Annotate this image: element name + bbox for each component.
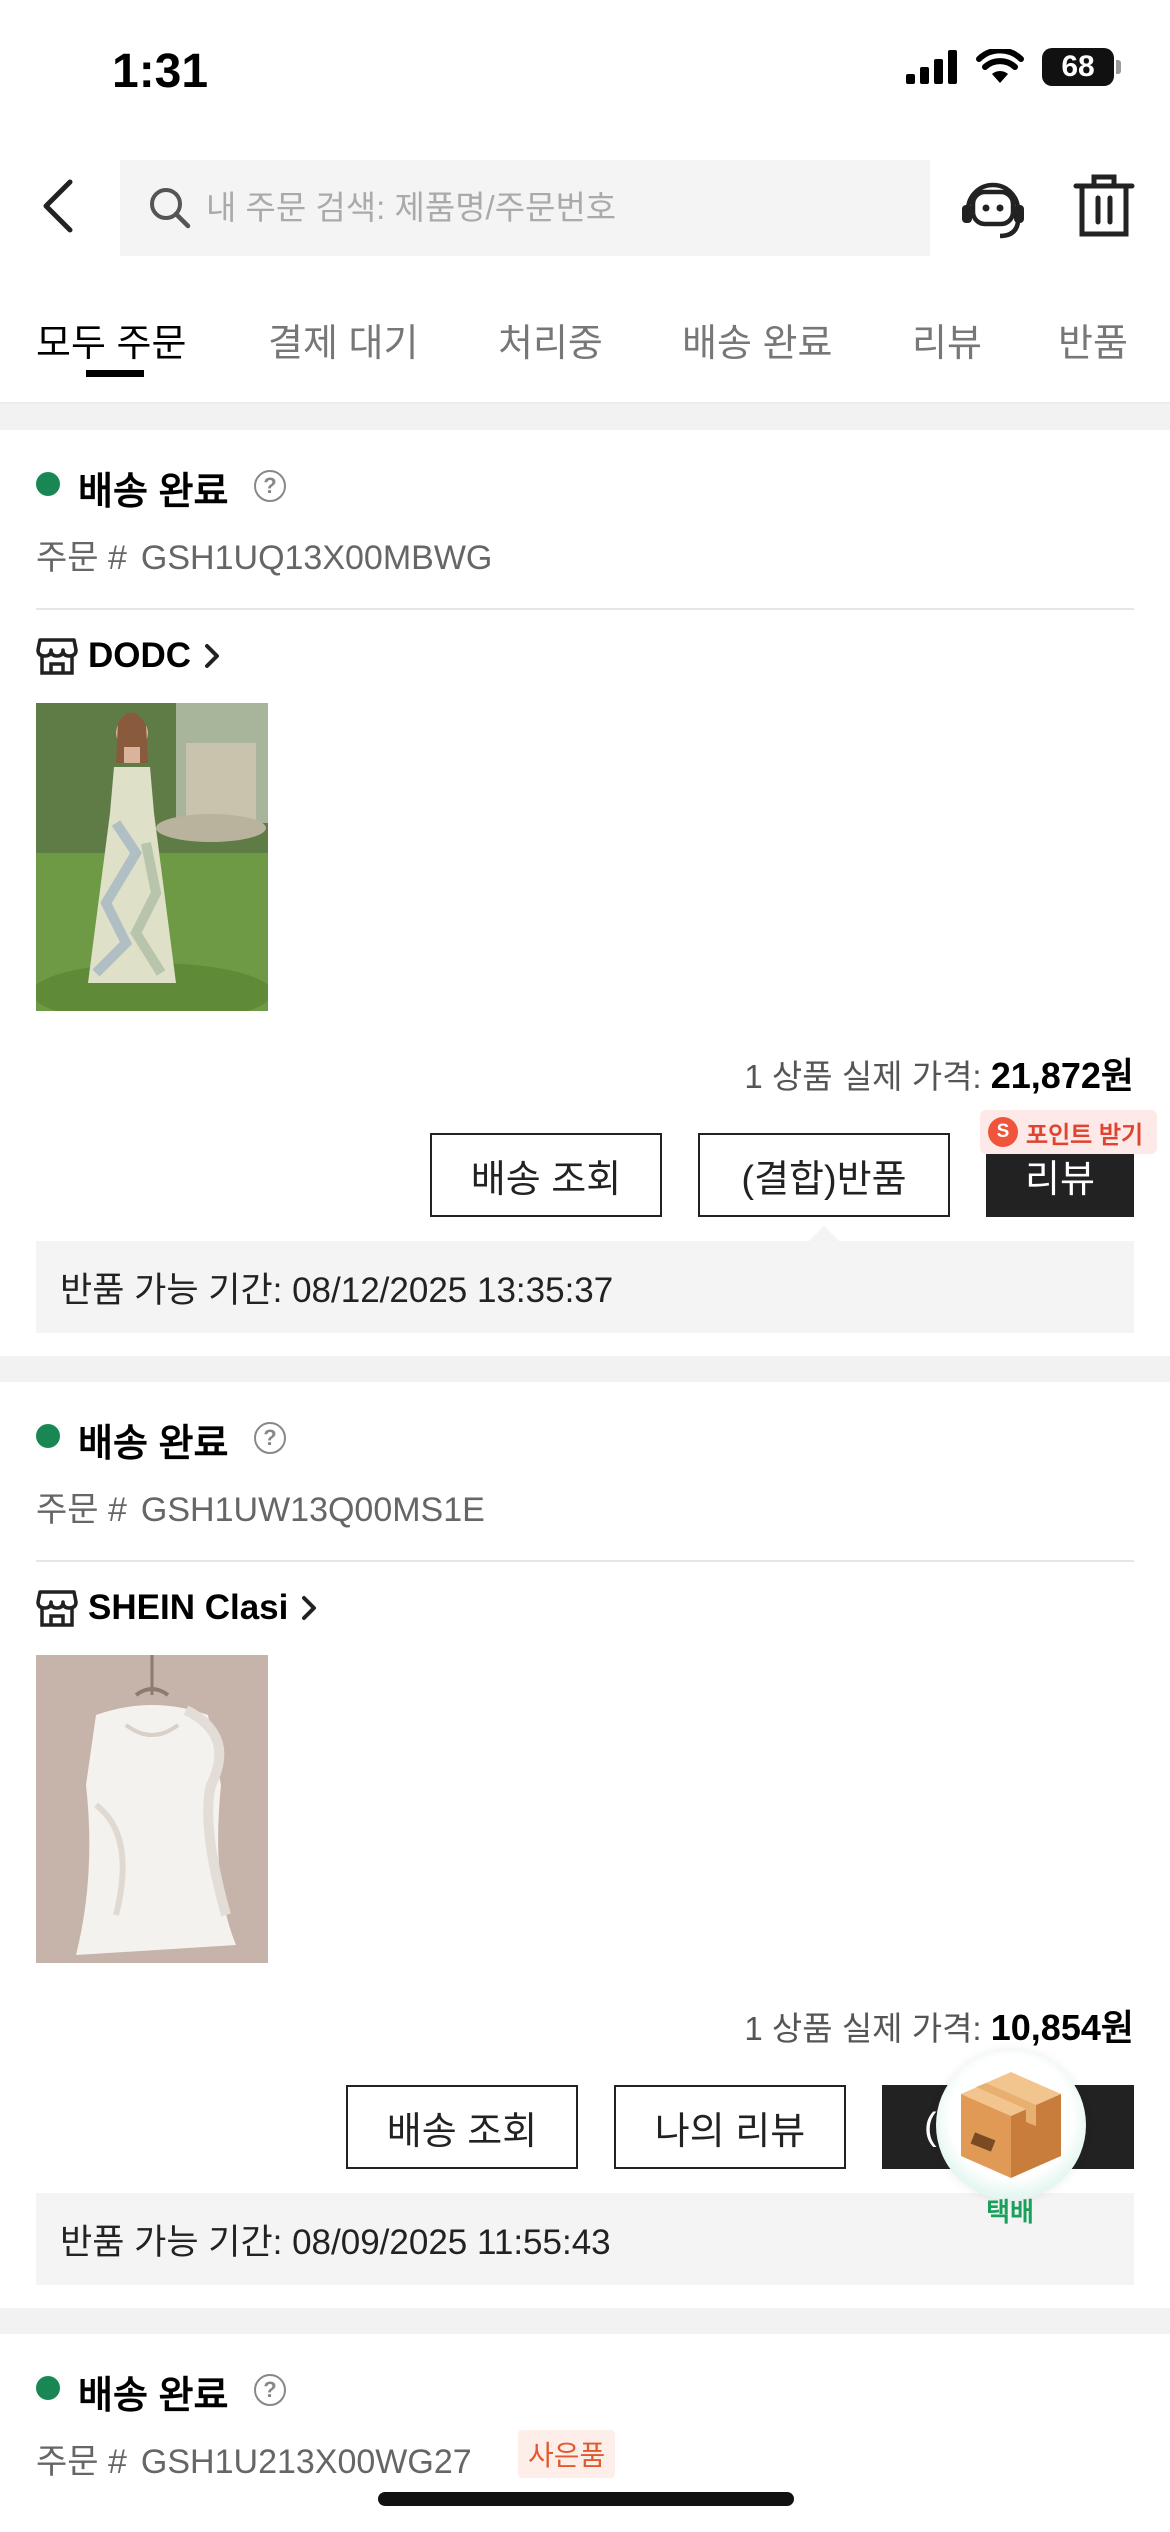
active-tab-indicator [86,370,144,377]
track-shipment-button[interactable]: 배송 조회 [346,2085,578,2169]
order-number: 주문 # GSH1UW13Q00MS1E [36,1482,485,1531]
price-value: 10,854원 [990,2007,1134,2048]
status-dot [36,2376,60,2400]
my-review-button[interactable]: 나의 리뷰 [614,2085,846,2169]
help-icon[interactable]: ? [254,1422,286,1454]
section-separator [0,404,1170,430]
tab-review[interactable]: 리뷰 [912,312,982,367]
points-coin-icon: S [988,1117,1018,1147]
order-status: 배송 완료 [78,2375,229,2417]
chevron-right-icon [205,644,220,668]
order-number-prefix: 주문 # [36,539,127,577]
status-time: 1:31 [112,45,209,98]
section-separator [0,2308,1170,2334]
store-link[interactable]: SHEIN Clasi [36,1588,320,1628]
price-label: 1 상품 실제 가격: [744,1058,982,1095]
delivery-float-button[interactable] [936,2050,1086,2200]
tab-pending-payment[interactable]: 결제 대기 [268,312,418,367]
tab-returns[interactable]: 반품 [1058,312,1128,367]
status-dot [36,1424,60,1448]
return-period-text: 반품 가능 기간: 08/09/2025 11:55:43 [60,2222,611,2262]
wifi-icon [976,49,1024,83]
order-number-prefix: 주문 # [36,2443,127,2481]
store-name: SHEIN Clasi [88,1588,289,1627]
product-image[interactable] [36,1655,268,1963]
status-icons: 68 [906,48,1121,86]
order-number-prefix: 주문 # [36,1491,127,1529]
customer-service-icon[interactable] [960,176,1026,242]
tab-processing[interactable]: 처리중 [498,312,603,367]
price-row: 1 상품 실제 가격: 21,872원 [744,1047,1134,1099]
back-arrow-icon[interactable] [34,176,90,236]
points-badge: S 포인트 받기 [980,1110,1158,1154]
order-number-value: GSH1UQ13X00MBWG [140,539,493,577]
chevron-right-icon [302,1596,317,1620]
help-icon[interactable]: ? [254,470,286,502]
package-icon [961,2072,1061,2178]
search-input[interactable] [206,189,906,227]
return-period-box: 반품 가능 기간: 08/12/2025 13:35:37 [36,1241,1134,1333]
signal-icon [906,50,957,84]
store-link[interactable]: DODC [36,636,223,676]
delivery-float-label: 택배 [986,2197,1034,2227]
price-label: 1 상품 실제 가격: [744,2010,982,2047]
price-value: 21,872원 [990,1055,1134,1096]
home-indicator [378,2492,794,2506]
trash-icon[interactable] [1072,172,1136,238]
tab-delivered[interactable]: 배송 완료 [682,312,832,367]
order-number: 주문 # GSH1U213X00WG27 [36,2434,472,2483]
store-icon [36,638,78,675]
order-tabs: 모두 주문 결제 대기 처리중 배송 완료 리뷰 반품 [0,300,1170,400]
status-dot [36,472,60,496]
tooltip-caret [808,1226,840,1242]
track-shipment-button[interactable]: 배송 조회 [430,1133,662,1217]
order-status: 배송 완료 [78,1423,229,1465]
tab-all-orders[interactable]: 모두 주문 [36,312,186,367]
divider [36,1560,1134,1562]
battery-icon: 68 [1042,48,1121,86]
gift-tag: 사은품 [518,2430,616,2478]
store-name: DODC [88,636,192,675]
order-status: 배송 완료 [78,471,229,513]
store-icon [36,1590,78,1627]
points-badge-label: 포인트 받기 [1026,1121,1144,1149]
search-bar[interactable] [120,160,930,256]
help-icon[interactable]: ? [254,2374,286,2406]
divider [36,608,1134,610]
order-number-value: GSH1UW13Q00MS1E [140,1491,485,1529]
order-number: 주문 # GSH1UQ13X00MBWG [36,530,492,579]
order-number-value: GSH1U213X00WG27 [140,2443,472,2481]
return-period-text: 반품 가능 기간: 08/12/2025 13:35:37 [60,1270,614,1310]
price-row: 1 상품 실제 가격: 10,854원 [744,1999,1134,2051]
combined-return-button[interactable]: (결합)반품 [698,1133,950,1217]
product-image[interactable] [36,703,268,1011]
search-icon [150,188,191,229]
section-separator [0,1356,1170,1382]
